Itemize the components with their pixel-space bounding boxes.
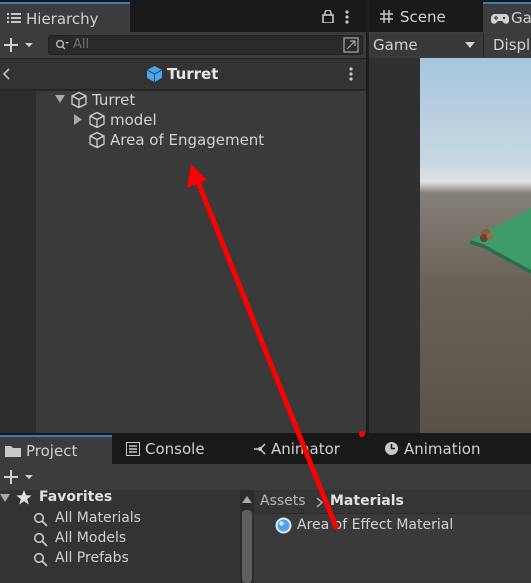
game-viewport[interactable] [420, 58, 531, 433]
tab-console[interactable]: Console [120, 435, 240, 464]
material-icon [275, 517, 292, 534]
tree-item-model[interactable]: model [72, 110, 352, 130]
favorites-header[interactable]: Favorites [0, 488, 230, 508]
scene-tab[interactable]: Scene [372, 2, 476, 32]
expand-arrow-icon[interactable] [0, 494, 10, 503]
favorites-label: Favorites [39, 489, 113, 505]
tab-animator-label: Animator [271, 440, 340, 458]
asset-item[interactable]: Area of Effect Material [275, 515, 525, 537]
gameobject-icon [88, 111, 106, 129]
game-viewport-margin [369, 58, 420, 433]
project-toolbar [0, 464, 531, 490]
folder-icon [5, 445, 21, 457]
breadcrumb-materials[interactable]: Materials [330, 493, 404, 509]
tree-item-turret[interactable]: Turret [52, 90, 352, 110]
hierarchy-tab[interactable]: Hierarchy [0, 2, 130, 32]
breadcrumb-chevron-icon [316, 497, 323, 508]
game-tab[interactable]: Ga [483, 2, 531, 32]
tab-animation[interactable]: Animation [378, 435, 518, 464]
game-tab-label: Ga [511, 9, 531, 27]
animator-icon [254, 443, 268, 455]
favorites-scrollbar[interactable] [240, 490, 254, 583]
hierarchy-tab-label: Hierarchy [26, 10, 99, 28]
hierarchy-search-field[interactable]: All [48, 35, 363, 55]
breadcrumb-assets[interactable]: Assets [260, 493, 306, 509]
scroll-up-icon[interactable] [242, 496, 252, 503]
console-icon [126, 442, 140, 456]
hierarchy-gutter [0, 91, 36, 433]
scene-tab-label: Scene [400, 8, 446, 26]
collapse-arrow-icon[interactable] [74, 114, 83, 125]
toolbar-divider [483, 33, 484, 57]
add-create-icon[interactable] [3, 37, 35, 53]
star-icon [16, 490, 32, 505]
back-arrow-icon[interactable] [3, 68, 11, 80]
search-icon [55, 39, 69, 51]
scrollbar-thumb[interactable] [242, 510, 252, 583]
expand-arrow-icon[interactable] [55, 95, 65, 104]
favorite-item[interactable]: All Models [33, 529, 233, 549]
tab-animator[interactable]: Animator [248, 435, 368, 464]
lock-icon[interactable] [322, 10, 334, 23]
asset-item-label: Area of Effect Material [297, 517, 454, 533]
tree-item-label: model [110, 111, 157, 129]
game-scene-render [470, 208, 531, 274]
gameobject-icon [70, 91, 88, 109]
more-options-icon[interactable] [345, 10, 349, 24]
scene-options-icon[interactable] [349, 67, 353, 81]
search-expand-icon[interactable] [343, 37, 359, 53]
clock-icon [384, 441, 399, 456]
tab-animation-label: Animation [404, 440, 481, 458]
search-placeholder: All [73, 37, 90, 52]
game-view-dropdown[interactable]: Game [371, 34, 481, 56]
favorite-item-label: All Materials [55, 510, 141, 526]
tab-project[interactable]: Project [0, 435, 112, 464]
favorite-item-label: All Prefabs [55, 550, 129, 566]
scene-title: Turret [167, 65, 219, 83]
favorite-item-label: All Models [55, 530, 127, 546]
project-add-icon[interactable] [3, 469, 35, 485]
search-icon [33, 532, 48, 547]
search-icon [33, 512, 48, 527]
gamepad-icon [491, 13, 509, 25]
grid-icon [380, 10, 393, 23]
dropdown-arrow-icon [465, 42, 475, 48]
tree-item-area-of-engagement[interactable]: Area of Engagement [86, 130, 356, 150]
search-icon [33, 552, 48, 567]
tree-item-label: Turret [92, 91, 136, 109]
tree-item-label: Area of Engagement [110, 131, 265, 149]
tab-project-label: Project [26, 442, 78, 460]
display-label: Displa [493, 36, 531, 54]
prefab-icon [146, 65, 163, 83]
display-dropdown[interactable]: Displa [486, 34, 531, 56]
tab-console-label: Console [145, 440, 205, 458]
list-icon [7, 12, 21, 24]
favorite-item[interactable]: All Prefabs [33, 549, 233, 569]
favorite-item[interactable]: All Materials [33, 509, 233, 529]
breadcrumb: Assets Materials [254, 490, 531, 514]
game-view-label: Game [373, 36, 418, 54]
gameobject-icon [88, 131, 106, 149]
